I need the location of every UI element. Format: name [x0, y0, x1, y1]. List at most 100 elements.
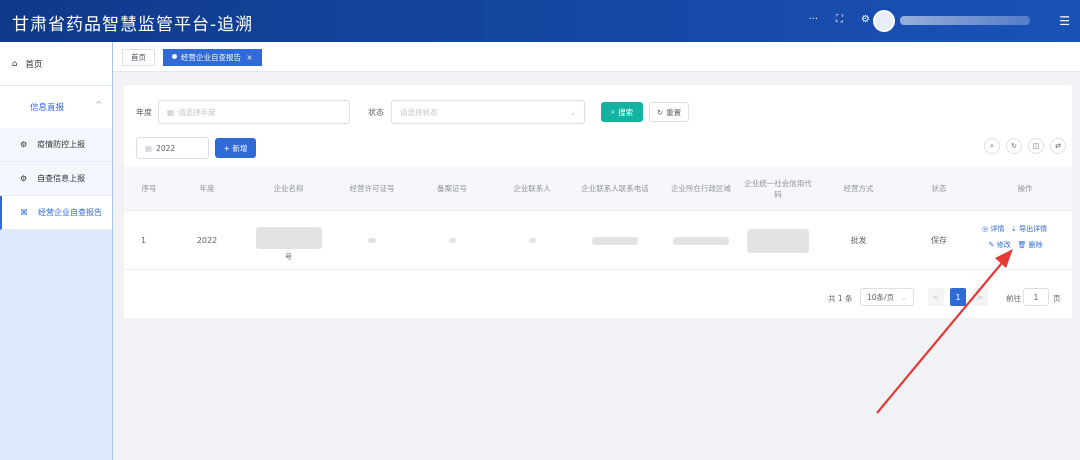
menu-toggle-icon[interactable]: ☰ — [1059, 14, 1070, 28]
redacted-text — [448, 238, 456, 243]
detail-link[interactable]: ◎ 详情 — [982, 225, 1004, 233]
redacted-text — [673, 236, 729, 245]
sidebar-item-label: 疫情防控上报 — [37, 140, 86, 149]
status-placeholder: 请选择状态 — [400, 107, 438, 117]
column-header: 企业联系人 — [513, 184, 551, 193]
calendar-icon: ▦ — [145, 143, 153, 153]
page-suffix: 页 — [1053, 294, 1061, 303]
gear-icon: ⚙ — [20, 140, 28, 149]
button-label: + 新增 — [223, 143, 248, 153]
sidebar-group-label: 信息直报 — [30, 103, 65, 113]
refresh-icon: ↻ — [656, 107, 664, 117]
tab-home[interactable]: 首页 — [122, 49, 155, 66]
search-icon: ⌕ — [610, 107, 616, 116]
columns-icon[interactable]: ◫ — [1028, 138, 1044, 154]
sidebar-item-label: 首页 — [25, 59, 43, 70]
next-page-button[interactable]: > — [972, 288, 988, 306]
cell-region — [663, 211, 739, 270]
cell-business-mode: 批发 — [850, 236, 867, 245]
close-icon[interactable]: × — [246, 53, 252, 62]
username-redacted[interactable] — [900, 16, 1030, 25]
sidebar-item-home[interactable]: ⌂ 首页 — [0, 42, 112, 86]
sync-icon[interactable]: ⇄ — [1050, 138, 1066, 154]
cell-status: 保存 — [931, 236, 947, 245]
page-1-button[interactable]: 1 — [950, 288, 966, 306]
fullscreen-icon[interactable]: ⛶ — [836, 14, 843, 25]
redacted-text — [368, 238, 376, 243]
gear-icon: ⚙ — [20, 174, 28, 183]
top-header: 甘肃省药品智慧监管平台-追溯 ··· ⛶ ⚙ ☰ — [0, 0, 1080, 42]
column-header: 企业所在行政区域 — [671, 184, 731, 193]
cell-credit-code — [739, 211, 817, 270]
tab-bar: 首页 经营企业自查报告 × — [113, 42, 1080, 72]
add-button[interactable]: + 新增 — [215, 138, 256, 158]
goto-page-input[interactable]: 1 — [1023, 288, 1049, 306]
more-icon[interactable]: ··· — [808, 14, 818, 25]
calendar-icon: ▦ — [167, 107, 175, 117]
tab-label: 首页 — [131, 53, 146, 62]
status-select[interactable]: 请选择状态 ⌄ — [391, 100, 585, 124]
redacted-text — [528, 238, 536, 243]
button-label: 重置 — [666, 107, 682, 117]
sidebar: ⌂ 首页 信息直报 ^ ⚙ 疫情防控上报 ⚙ 自查信息上报 ⌘ 经营企业自查报告 — [0, 42, 113, 460]
year-label: 年度 — [136, 108, 152, 117]
home-icon: ⌂ — [12, 58, 18, 69]
sidebar-item-label: 自查信息上报 — [37, 174, 86, 183]
search-toggle-icon[interactable]: ⌕ — [984, 138, 1000, 154]
main-card: 年度 ▦ 请选择年度 状态 请选择状态 ⌄ ⌕ 搜索 ↻ 重置 ▦ 2022 + 新… — [124, 85, 1072, 318]
chevron-down-icon: ⌄ — [900, 292, 907, 302]
avatar[interactable] — [873, 10, 895, 32]
column-header: 序号 — [141, 184, 157, 193]
table-row: 1 2022 号 批发 保存 ◎ 详情 ⇣ 导出详情 ✎ 修改 🗑 删除 — [124, 211, 1072, 270]
column-header: 年度 — [199, 184, 215, 193]
column-header: 状态 — [931, 184, 947, 193]
cell-operations: ◎ 详情 ⇣ 导出详情 ✎ 修改 🗑 删除 — [982, 221, 1062, 253]
cell-phone — [567, 211, 663, 270]
year-picker[interactable]: ▦ 请选择年度 — [158, 100, 350, 124]
delete-link[interactable]: 🗑 删除 — [1017, 241, 1042, 249]
cell-contact — [497, 211, 567, 270]
cell-index: 1 — [141, 236, 147, 245]
refresh-icon[interactable]: ↻ — [1006, 138, 1022, 154]
company-name-tail: 号 — [285, 253, 292, 261]
edit-link[interactable]: ✎ 修改 — [989, 241, 1011, 249]
prev-page-button[interactable]: < — [928, 288, 944, 306]
sidebar-item-label: 经营企业自查报告 — [38, 208, 102, 217]
cell-license — [337, 211, 407, 270]
column-header: 企业统一社会信用代码 — [744, 178, 812, 199]
table-header: 序号 年度 企业名称 经营许可证号 备案证号 企业联系人 企业联系人联系电话 企… — [124, 166, 1072, 211]
column-header: 操作 — [1017, 184, 1033, 193]
button-label: 搜索 — [618, 107, 634, 117]
column-header: 经营方式 — [843, 184, 874, 193]
cell-company-name: 号 — [240, 211, 337, 270]
goto-label: 前往 — [1006, 294, 1021, 303]
column-header: 企业联系人联系电话 — [581, 184, 649, 193]
redacted-text — [747, 228, 809, 253]
chevron-up-icon: ^ — [95, 100, 102, 109]
column-header: 企业名称 — [273, 184, 304, 193]
reset-button[interactable]: ↻ 重置 — [649, 102, 689, 122]
cell-year: 2022 — [196, 236, 218, 245]
active-dot-icon — [172, 54, 177, 59]
redacted-text — [255, 227, 322, 249]
year-value: 2022 — [156, 143, 176, 153]
sidebar-item-epidemic-report[interactable]: ⚙ 疫情防控上报 — [0, 128, 112, 162]
cell-filing — [407, 211, 497, 270]
page-size-select[interactable]: 10条/页 ⌄ — [860, 288, 914, 306]
sidebar-item-self-check-report[interactable]: ⚙ 自查信息上报 — [0, 162, 112, 196]
page-size-value: 10条/页 — [867, 292, 895, 302]
settings-icon[interactable]: ⚙ — [861, 14, 870, 25]
column-header: 经营许可证号 — [349, 184, 395, 193]
tab-business-self-check[interactable]: 经营企业自查报告 × — [163, 49, 262, 66]
status-label: 状态 — [368, 108, 384, 117]
redacted-text — [592, 236, 638, 245]
export-detail-link[interactable]: ⇣ 导出详情 — [1011, 225, 1047, 233]
sidebar-item-business-self-check[interactable]: ⌘ 经营企业自查报告 — [0, 196, 112, 230]
sidebar-group-info-report[interactable]: 信息直报 ^ — [0, 86, 112, 128]
chevron-down-icon: ⌄ — [569, 108, 576, 117]
search-button[interactable]: ⌕ 搜索 — [601, 102, 643, 122]
pagination-total: 共 1 条 — [828, 294, 853, 303]
column-header: 备案证号 — [437, 184, 467, 193]
year-value-picker[interactable]: ▦ 2022 — [136, 137, 209, 159]
year-placeholder: 请选择年度 — [178, 107, 216, 117]
